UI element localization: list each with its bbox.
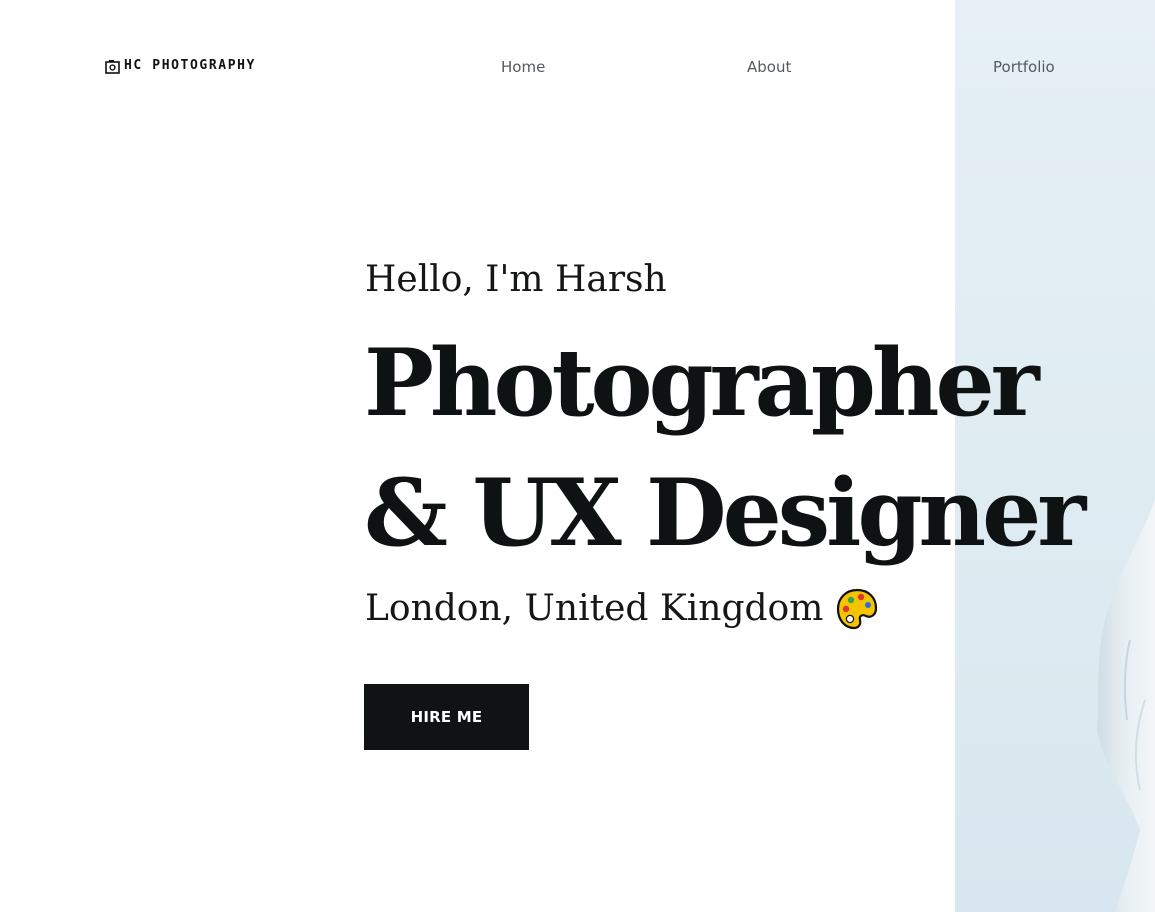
artist-palette-icon xyxy=(835,587,879,631)
headline-line-2: & UX Designer xyxy=(364,458,1086,567)
page: HC PHOTOGRAPHY Home About Portfolio Hell… xyxy=(0,0,1155,912)
nav-home[interactable]: Home xyxy=(501,58,545,76)
logo-text: HC PHOTOGRAPHY xyxy=(124,58,256,73)
hero-greeting: Hello, I'm Harsh xyxy=(365,259,667,300)
hero-location: London, United Kingdom xyxy=(365,588,824,629)
hero-headline: Photographer & UX Designer xyxy=(364,318,1086,578)
nav-portfolio[interactable]: Portfolio xyxy=(993,58,1055,76)
site-logo[interactable]: HC PHOTOGRAPHY xyxy=(105,58,256,74)
location-row: London, United Kingdom xyxy=(365,586,879,632)
nav-about[interactable]: About xyxy=(747,58,791,76)
camera-icon xyxy=(105,59,120,74)
headline-line-1: Photographer xyxy=(364,328,1040,437)
hire-me-button[interactable]: HIRE ME xyxy=(364,684,529,750)
